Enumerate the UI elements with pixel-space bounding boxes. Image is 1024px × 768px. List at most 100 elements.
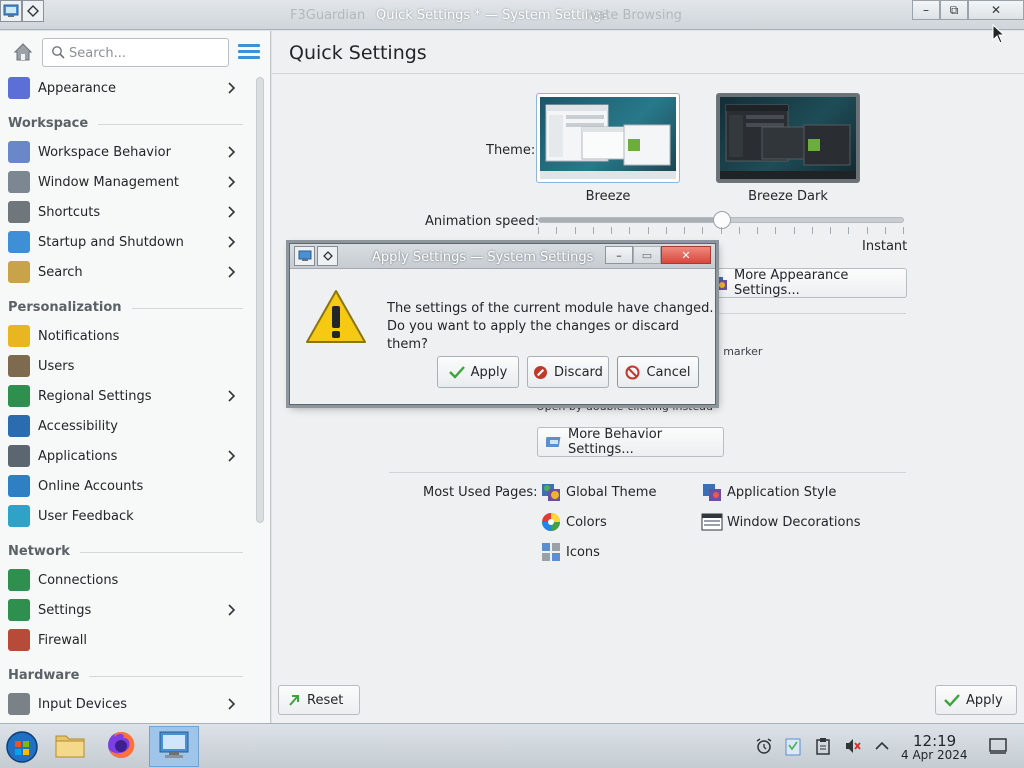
most-used-icons[interactable]: Icons <box>540 540 600 564</box>
background-window-title-tail: ivate Browsing <box>586 8 682 23</box>
appearance-icon <box>8 77 30 99</box>
animation-speed-label: Animation speed: <box>425 214 540 229</box>
slider-tick <box>830 227 831 234</box>
search-field[interactable] <box>42 38 229 67</box>
dialog-app-icon[interactable] <box>294 246 315 266</box>
reset-label: Reset <box>307 692 344 708</box>
sidebar-item-startup-and-shutdown[interactable]: Startup and Shutdown <box>0 227 250 257</box>
sidebar-item-search[interactable]: Search <box>0 257 250 287</box>
chevron-right-icon <box>224 205 238 219</box>
most-used-window-decorations[interactable]: Window Decorations <box>701 510 861 534</box>
slider-tick <box>721 227 722 234</box>
animation-slider-ticks <box>538 227 904 235</box>
theme-breeze-dark-label: Breeze Dark <box>748 189 828 204</box>
slider-tick <box>611 227 612 234</box>
dialog-checkmark-icon <box>448 365 465 379</box>
sidebar-item-appearance[interactable]: Appearance <box>0 73 250 103</box>
dialog-minimize-button[interactable]: – <box>605 246 633 264</box>
search-module-icon <box>8 261 30 283</box>
theme-breeze-thumbnail[interactable] <box>536 93 680 183</box>
sidebar-scrollbar[interactable] <box>256 77 264 523</box>
sidebar-item-label: Users <box>38 358 75 374</box>
sidebar-item-label: Online Accounts <box>38 478 144 494</box>
sidebar-item-settings[interactable]: Settings <box>0 595 250 625</box>
alarm-clock-icon[interactable] <box>754 736 774 756</box>
dialog-apply-label: Apply <box>470 364 508 380</box>
taskbar-firefox[interactable] <box>97 726 145 767</box>
app-menu-icon[interactable] <box>0 0 22 22</box>
most-used-application-style[interactable]: Application Style <box>701 480 836 504</box>
theme-label: Theme: <box>486 143 536 158</box>
taskbar-system-settings[interactable] <box>149 726 199 767</box>
hamburger-menu-icon[interactable] <box>238 44 260 60</box>
dialog-apply-button[interactable]: Apply <box>437 356 519 388</box>
sidebar-item-online-accounts[interactable]: Online Accounts <box>0 471 250 501</box>
dialog-titlebar-right: – ▭ ✕ <box>605 246 711 264</box>
sidebar-item-connections[interactable]: Connections <box>0 565 250 595</box>
dialog-maximize-button[interactable]: ▭ <box>633 246 661 264</box>
slider-tick <box>757 227 758 234</box>
dialog-close-button[interactable]: ✕ <box>661 246 711 264</box>
dialog-titlebar[interactable]: Apply Settings — System Settings – ▭ ✕ <box>290 244 715 269</box>
slider-tick <box>794 227 795 234</box>
firewall-icon <box>8 629 30 651</box>
most-used-global-theme[interactable]: Global Theme <box>540 480 656 504</box>
window-titlebar[interactable]: F3Guardian Quick Settings * — System Set… <box>0 0 1024 30</box>
chevron-right-icon <box>224 175 238 189</box>
chevron-up-icon[interactable] <box>872 736 892 756</box>
slider-tick <box>775 227 776 234</box>
apply-settings-dialog: Apply Settings — System Settings – ▭ ✕ T… <box>289 243 716 405</box>
accessibility-icon <box>8 415 30 437</box>
dialog-message-line1: The settings of the current module have … <box>387 301 714 316</box>
dialog-cancel-button[interactable]: Cancel <box>617 356 699 388</box>
most-used-label-application-style: Application Style <box>727 484 837 500</box>
dialog-discard-button[interactable]: Discard <box>527 356 609 388</box>
slider-tick <box>593 227 594 234</box>
show-desktop-icon[interactable] <box>988 736 1008 756</box>
sidebar-item-accessibility[interactable]: Accessibility <box>0 411 250 441</box>
sidebar-section-label: Hardware <box>8 667 80 683</box>
slider-tick <box>556 227 557 234</box>
animation-speed-slider[interactable] <box>538 211 904 229</box>
most-used-colors[interactable]: Colors <box>540 510 607 534</box>
clipboard-icon[interactable] <box>813 736 833 756</box>
sidebar-item-shortcuts[interactable]: Shortcuts <box>0 197 250 227</box>
start-menu-button[interactable] <box>2 726 42 767</box>
sidebar-item-notifications[interactable]: Notifications <box>0 321 250 351</box>
theme-breeze-dark-thumbnail[interactable] <box>716 93 860 183</box>
sidebar-item-firewall[interactable]: Firewall <box>0 625 250 655</box>
clock-date[interactable]: 4 Apr 2024 <box>901 748 968 762</box>
sidebar-item-user-feedback[interactable]: User Feedback <box>0 501 250 531</box>
volume-muted-icon[interactable] <box>843 736 863 756</box>
warning-icon <box>304 288 368 346</box>
close-button[interactable]: ✕ <box>968 0 1024 20</box>
home-icon[interactable] <box>12 41 34 63</box>
slider-tick <box>538 227 539 234</box>
sidebar-item-label: Accessibility <box>38 418 118 434</box>
apply-button[interactable]: Apply <box>935 685 1017 715</box>
workspace-behavior-icon <box>8 141 30 163</box>
taskbar: 12:19 4 Apr 2024 <box>0 723 1024 768</box>
minimize-button[interactable]: – <box>912 0 940 20</box>
chevron-right-icon <box>224 697 238 711</box>
more-appearance-settings-button[interactable]: More Appearance Settings... <box>703 268 907 298</box>
maximize-button[interactable]: ⧉ <box>940 0 968 20</box>
more-behavior-settings-button[interactable]: More Behavior Settings... <box>537 427 724 457</box>
taskbar-file-manager[interactable] <box>47 726 93 767</box>
chevron-right-icon <box>224 81 238 95</box>
search-input[interactable] <box>69 43 224 63</box>
chevron-right-icon <box>224 145 238 159</box>
firefox-icon <box>105 729 137 765</box>
sidebar-item-label: Applications <box>38 448 118 464</box>
chevron-right-icon <box>224 449 238 463</box>
sidebar-item-window-management[interactable]: Window Management <box>0 167 250 197</box>
reset-button[interactable]: Reset <box>278 685 360 715</box>
clipboard-app-icon[interactable] <box>783 736 803 756</box>
sidebar-item-applications[interactable]: Applications <box>0 441 250 471</box>
sidebar-item-users[interactable]: Users <box>0 351 250 381</box>
keep-above-icon[interactable] <box>22 0 44 22</box>
sidebar-item-regional-settings[interactable]: Regional Settings <box>0 381 250 411</box>
dialog-keep-above-icon[interactable] <box>317 246 338 266</box>
sidebar-item-input-devices[interactable]: Input Devices <box>0 689 250 719</box>
sidebar-item-workspace-behavior[interactable]: Workspace Behavior <box>0 137 250 167</box>
